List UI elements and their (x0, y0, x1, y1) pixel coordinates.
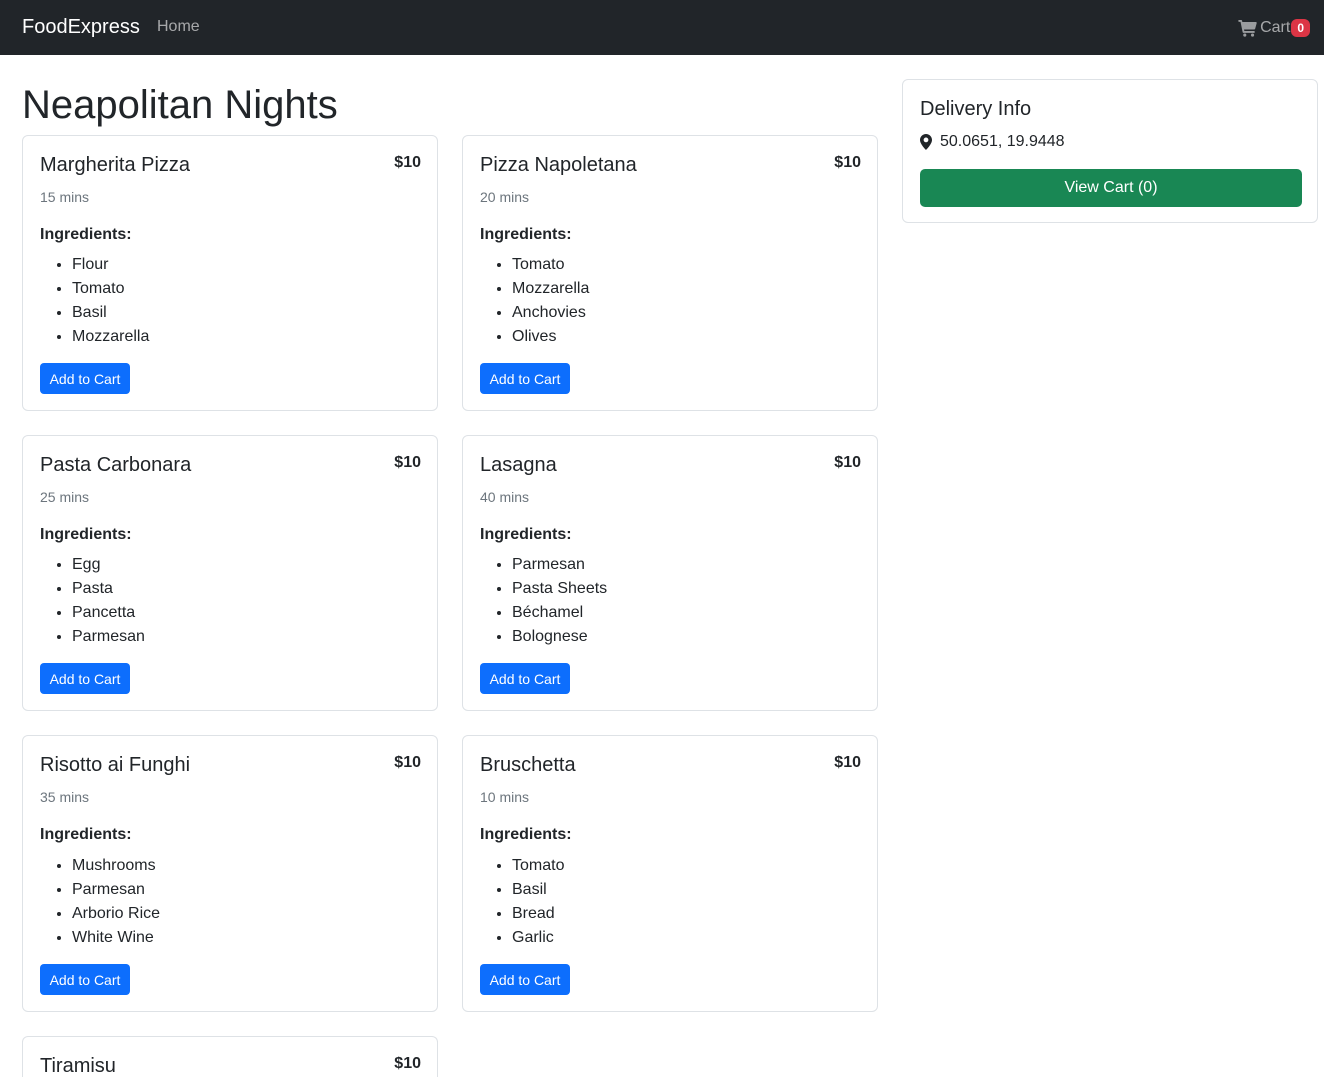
nav-cart-label: Cart (1260, 19, 1291, 36)
page-title: Neapolitan Nights (22, 83, 338, 127)
dish-name: Risotto ai Funghi (40, 754, 191, 776)
dish-card: Risotto ai Funghi $10 35 mins Ingredient… (22, 735, 438, 1012)
ingredient-item: Arborio Rice (72, 902, 160, 926)
prep-time: 25 mins (40, 489, 90, 505)
add-to-cart-button[interactable]: Add to Cart (40, 964, 130, 995)
nav-home-link[interactable]: Home (157, 18, 200, 36)
prep-time: 15 mins (40, 189, 90, 205)
ingredient-item: Basil (512, 878, 564, 902)
ingredients-label: Ingredients: (480, 826, 572, 843)
ingredient-item: Parmesan (512, 553, 607, 577)
ingredients-list: Flour Tomato Basil Mozzarella (72, 253, 149, 349)
add-to-cart-button[interactable]: Add to Cart (480, 663, 570, 694)
dish-name: Lasagna (480, 454, 557, 476)
dish-card: Lasagna $10 40 mins Ingredients: Parmesa… (462, 435, 878, 711)
ingredients-label: Ingredients: (480, 226, 572, 243)
ingredient-item: Tomato (512, 253, 589, 277)
nav-cart-link[interactable]: Cart 0 (1238, 17, 1310, 39)
ingredient-item: Bread (512, 902, 564, 926)
map-pin-icon (920, 134, 932, 150)
ingredient-item: Parmesan (72, 878, 160, 902)
dish-price: $10 (394, 454, 421, 471)
ingredients-label: Ingredients: (40, 826, 132, 843)
ingredients-list: Egg Pasta Pancetta Parmesan (72, 553, 145, 649)
delivery-coords: 50.0651, 19.9448 (940, 133, 1065, 150)
ingredient-item: Anchovies (512, 301, 589, 325)
dish-price: $10 (834, 454, 861, 471)
prep-time: 10 mins (480, 789, 530, 805)
brand-logo-link[interactable]: FoodExpress (22, 16, 140, 39)
ingredient-item: Basil (72, 301, 149, 325)
dish-card: Margherita Pizza $10 15 mins Ingredients… (22, 135, 438, 411)
dish-name: Pasta Carbonara (40, 454, 192, 476)
dish-name: Pizza Napoletana (480, 154, 637, 176)
ingredient-item: White Wine (72, 926, 160, 950)
ingredients-label: Ingredients: (40, 226, 132, 243)
ingredient-item: Flour (72, 253, 149, 277)
ingredients-list: Tomato Basil Bread Garlic (512, 854, 564, 950)
add-to-cart-button[interactable]: Add to Cart (40, 663, 130, 694)
ingredient-item: Tomato (512, 854, 564, 878)
prep-time: 40 mins (480, 489, 530, 505)
shopping-cart-icon (1238, 19, 1257, 37)
dish-card: Bruschetta $10 10 mins Ingredients: Toma… (462, 735, 878, 1012)
add-to-cart-button[interactable]: Add to Cart (480, 964, 570, 995)
dish-card: Tiramisu $10 (22, 1036, 438, 1077)
ingredients-list: Mushrooms Parmesan Arborio Rice White Wi… (72, 854, 160, 950)
view-cart-button[interactable]: View Cart (0) (920, 169, 1302, 207)
ingredient-item: Egg (72, 553, 145, 577)
ingredient-item: Mushrooms (72, 854, 160, 878)
ingredient-item: Olives (512, 325, 589, 349)
dish-price: $10 (394, 154, 421, 171)
ingredients-list: Tomato Mozzarella Anchovies Olives (512, 253, 589, 349)
add-to-cart-button[interactable]: Add to Cart (40, 363, 130, 394)
dish-price: $10 (834, 754, 861, 771)
dish-price: $10 (394, 1055, 421, 1072)
ingredient-item: Pasta (72, 577, 145, 601)
ingredient-item: Mozzarella (512, 277, 589, 301)
ingredient-item: Bolognese (512, 625, 607, 649)
ingredients-label: Ingredients: (40, 526, 132, 543)
ingredients-label: Ingredients: (480, 526, 572, 543)
dish-price: $10 (834, 154, 861, 171)
dish-name: Tiramisu (40, 1055, 116, 1077)
ingredient-item: Pancetta (72, 601, 145, 625)
cart-count-badge: 0 (1291, 19, 1310, 37)
dish-card: Pasta Carbonara $10 25 mins Ingredients:… (22, 435, 438, 711)
delivery-info-title: Delivery Info (920, 98, 1032, 120)
add-to-cart-button[interactable]: Add to Cart (480, 363, 570, 394)
delivery-location: 50.0651, 19.9448 (920, 132, 1065, 152)
ingredients-list: Parmesan Pasta Sheets Béchamel Bolognese (512, 553, 607, 649)
dish-name: Bruschetta (480, 754, 576, 776)
ingredient-item: Béchamel (512, 601, 607, 625)
ingredient-item: Parmesan (72, 625, 145, 649)
ingredient-item: Pasta Sheets (512, 577, 607, 601)
dish-price: $10 (394, 754, 421, 771)
ingredient-item: Mozzarella (72, 325, 149, 349)
prep-time: 35 mins (40, 789, 90, 805)
ingredient-item: Tomato (72, 277, 149, 301)
delivery-info-card: Delivery Info 50.0651, 19.9448 View Cart… (902, 79, 1318, 223)
prep-time: 20 mins (480, 189, 530, 205)
dish-card: Pizza Napoletana $10 20 mins Ingredients… (462, 135, 878, 411)
ingredient-item: Garlic (512, 926, 564, 950)
dish-name: Margherita Pizza (40, 154, 191, 176)
top-navbar: FoodExpress Home Cart 0 (0, 0, 1324, 55)
